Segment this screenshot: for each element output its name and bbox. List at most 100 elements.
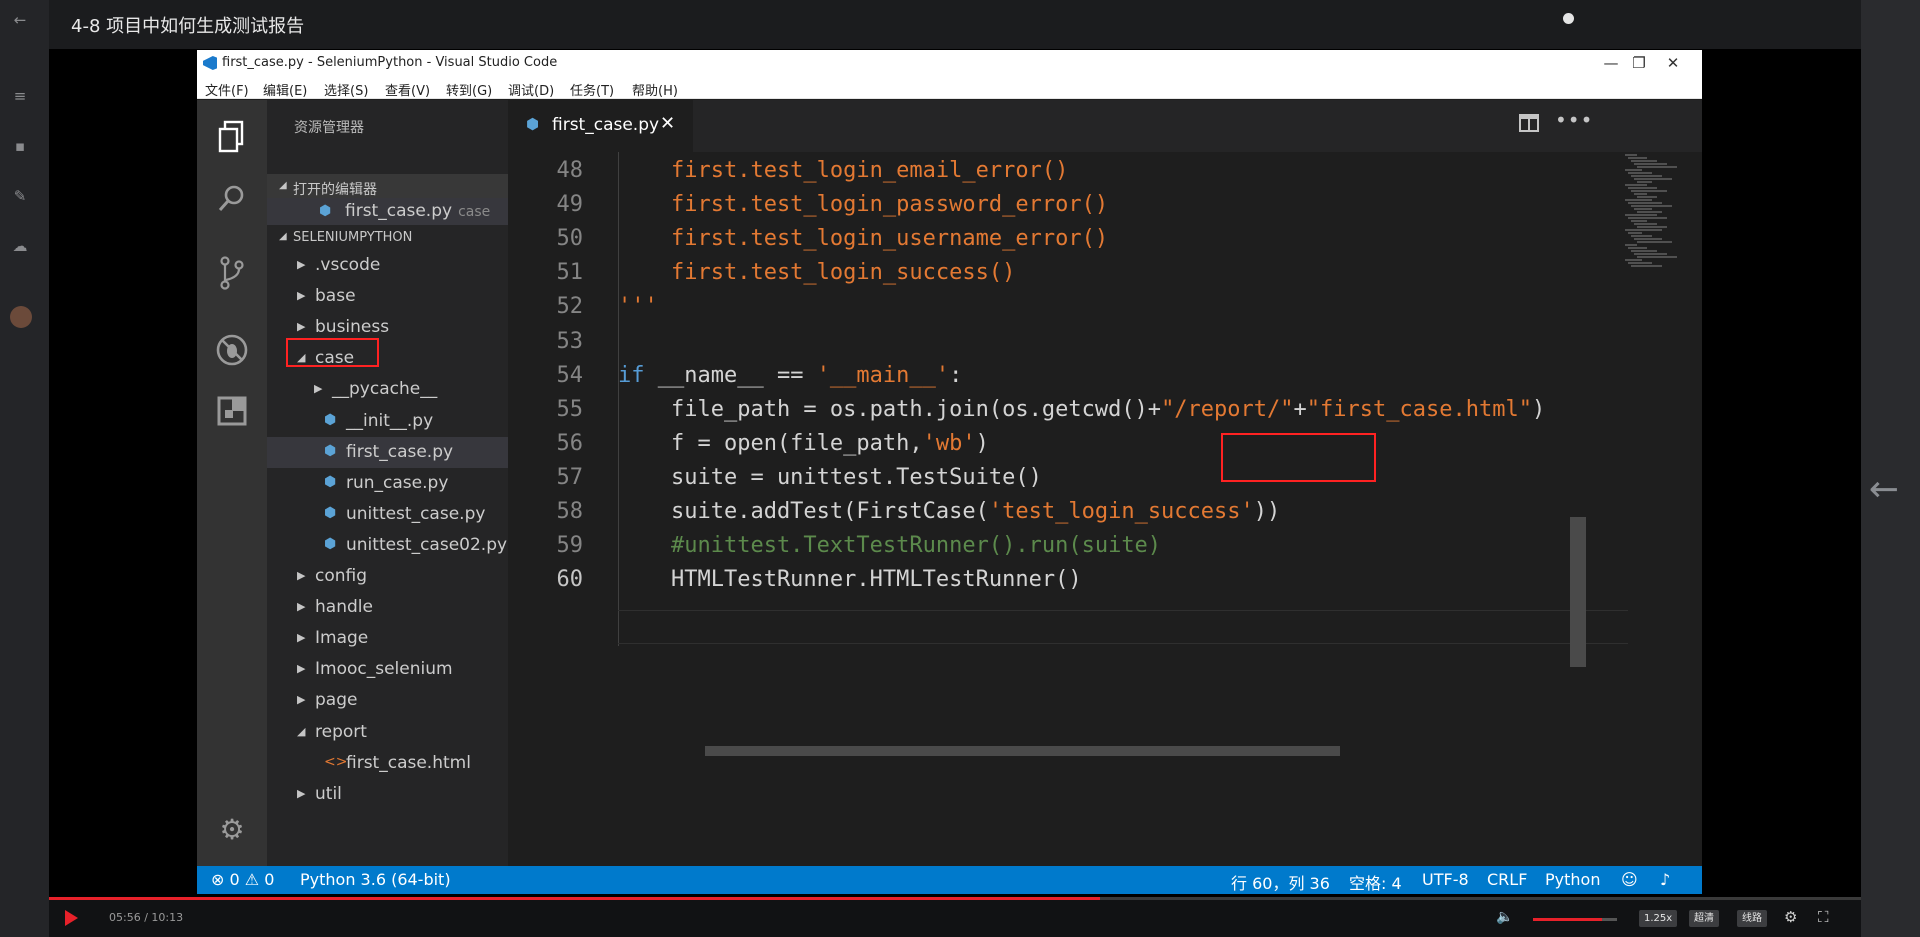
- status-bar: ⊗ 0 ⚠ 0 Python 3.6 (64-bit) 行 60，列 36 空格…: [197, 866, 1702, 894]
- line-number: 53: [556, 328, 584, 354]
- settings-icon[interactable]: ⚙: [1784, 908, 1797, 926]
- cursor-position[interactable]: 行 60，列 36: [1231, 870, 1330, 894]
- fullscreen-icon[interactable]: ⛶: [1818, 908, 1829, 926]
- tab-first-case[interactable]: ⬢ first_case.py ✕: [508, 100, 693, 152]
- editor-tab-bar: ⬢ first_case.py ✕ •••: [508, 100, 1702, 152]
- code-line: 54 if __name__ == '__main__':: [508, 359, 1608, 393]
- tree-item-label: .vscode: [315, 255, 381, 275]
- volume-icon[interactable]: 🔈: [1496, 909, 1513, 925]
- menu-help[interactable]: 帮助(H): [632, 80, 678, 99]
- tree-file[interactable]: ⬢ first_case.py: [267, 436, 508, 468]
- open-editors-header[interactable]: ◢ 打开的编辑器: [267, 174, 508, 200]
- tree-file[interactable]: ⬢ __init__.py: [267, 406, 508, 437]
- menu-debug[interactable]: 调试(D): [508, 80, 554, 99]
- vertical-scrollbar[interactable]: [1570, 517, 1586, 667]
- line-number: 59: [556, 533, 584, 559]
- play-icon[interactable]: [65, 910, 78, 926]
- problems-indicator[interactable]: ⊗ 0 ⚠ 0: [211, 870, 274, 889]
- explorer-sidebar: 资源管理器 ◢ 打开的编辑器 ⬢ first_case.py case ◢ SEL…: [267, 100, 508, 866]
- debug-icon[interactable]: [214, 332, 250, 368]
- line-number: 56: [556, 430, 584, 456]
- volume-knob[interactable]: [1563, 13, 1574, 24]
- menu-tasks[interactable]: 任务(T): [570, 80, 614, 99]
- quality-button[interactable]: 超清: [1689, 910, 1719, 927]
- tree-file[interactable]: ⬢ unittest_case.py: [267, 499, 508, 530]
- minimap-line: [1637, 256, 1677, 258]
- source-control-icon[interactable]: [214, 255, 250, 291]
- tab-close-icon[interactable]: ✕: [660, 113, 675, 134]
- gear-icon[interactable]: ⚙: [214, 812, 250, 848]
- pencil-icon[interactable]: ✎: [10, 186, 30, 206]
- menu-icon[interactable]: ≡: [10, 86, 30, 106]
- code-line: 51 first.test_login_success(): [508, 256, 1608, 290]
- tree-item-label: first_case.py: [346, 441, 454, 462]
- tree-file[interactable]: ⬢ unittest_case02.py: [267, 530, 508, 561]
- menu-view[interactable]: 查看(V): [385, 80, 430, 99]
- open-editor-item[interactable]: ⬢ first_case.py case: [267, 198, 508, 225]
- tree-file[interactable]: ⬢ run_case.py: [267, 468, 508, 499]
- chevron-right-icon: ▶: [297, 786, 306, 800]
- indentation[interactable]: 空格: 4: [1349, 870, 1402, 894]
- tab-label: first_case.py: [552, 115, 660, 135]
- tree-folder[interactable]: ▶ util: [267, 779, 508, 810]
- feedback-icon[interactable]: ☺: [1621, 870, 1638, 889]
- minimap[interactable]: [1625, 154, 1685, 274]
- tree-folder[interactable]: ◢ report: [267, 717, 508, 748]
- code-line: 58 suite.addTest(FirstCase('test_login_s…: [508, 495, 1608, 529]
- minimap-line: [1631, 250, 1657, 252]
- notification-icon[interactable]: ♪: [1660, 870, 1670, 889]
- python-file-icon: ⬢: [319, 203, 332, 219]
- code-editor[interactable]: 48 first.test_login_email_error() 49 firs…: [508, 152, 1702, 866]
- menu-edit[interactable]: 编辑(E): [263, 80, 307, 99]
- tree-folder[interactable]: ▶ page: [267, 685, 508, 716]
- tree-folder[interactable]: ▶ config: [267, 561, 508, 592]
- time-display: 05:56 / 10:13: [109, 911, 184, 924]
- avatar[interactable]: [10, 306, 32, 328]
- volume-slider[interactable]: [1533, 918, 1617, 921]
- route-button[interactable]: 线路: [1737, 910, 1767, 927]
- extensions-icon[interactable]: [214, 395, 250, 431]
- line-ending[interactable]: CRLF: [1487, 870, 1527, 889]
- chevron-down-icon: ◢: [279, 180, 287, 191]
- collapse-arrow-icon[interactable]: ←: [1864, 470, 1904, 510]
- line-number: 54: [556, 362, 584, 388]
- back-arrow-icon[interactable]: ←: [10, 10, 30, 30]
- minimap-line: [1628, 262, 1652, 264]
- chevron-right-icon: ▶: [297, 258, 306, 271]
- code-text: first.test_login_success(): [618, 260, 1016, 286]
- more-actions-icon[interactable]: •••: [1555, 108, 1593, 132]
- code-line: 59 #unittest.TextTestRunner().run(suite): [508, 529, 1608, 563]
- error-count: 0: [229, 870, 240, 889]
- split-editor-icon[interactable]: [1519, 114, 1539, 137]
- menu-file[interactable]: 文件(F): [205, 80, 249, 99]
- cloud-icon[interactable]: ☁: [10, 236, 30, 256]
- tree-folder[interactable]: ▶ Imooc_selenium: [267, 654, 508, 685]
- speed-button[interactable]: 1.25x: [1639, 910, 1678, 927]
- warning-count: 0: [264, 870, 275, 889]
- interpreter-selector[interactable]: Python 3.6 (64-bit): [300, 870, 451, 889]
- tree-item-label: Image: [315, 628, 369, 649]
- tree-folder[interactable]: ▶ .vscode: [267, 250, 508, 281]
- question-icon[interactable]: ▪: [10, 136, 30, 156]
- files-icon[interactable]: [214, 120, 250, 156]
- language-mode[interactable]: Python: [1545, 870, 1600, 889]
- minimap-line: [1634, 178, 1672, 180]
- getcwd-highlight: [1221, 433, 1376, 482]
- python-file-icon: ⬢: [526, 115, 540, 133]
- tree-folder[interactable]: ▶ base: [267, 281, 508, 312]
- code-text: file_path = os.path.join(os.getcwd()+"/r…: [618, 396, 1546, 422]
- tree-file[interactable]: <> first_case.html: [267, 748, 508, 779]
- close-button[interactable]: ✕: [1653, 52, 1693, 74]
- tree-folder[interactable]: ▶ Image: [267, 623, 508, 654]
- tree-folder[interactable]: ▶ __pycache__: [267, 374, 508, 405]
- workspace-header[interactable]: ◢ SELENIUMPYTHON: [267, 225, 508, 251]
- horizontal-scrollbar[interactable]: [705, 746, 1340, 756]
- menu-selection[interactable]: 选择(S): [324, 80, 368, 99]
- menu-goto[interactable]: 转到(G): [446, 80, 492, 99]
- encoding[interactable]: UTF-8: [1422, 870, 1469, 889]
- search-icon[interactable]: [214, 182, 250, 218]
- minimap-line: [1634, 208, 1652, 210]
- tree-item-label: run_case.py: [346, 472, 449, 493]
- tree-folder[interactable]: ▶ handle: [267, 592, 508, 623]
- python-file-icon: ⬢: [324, 535, 337, 552]
